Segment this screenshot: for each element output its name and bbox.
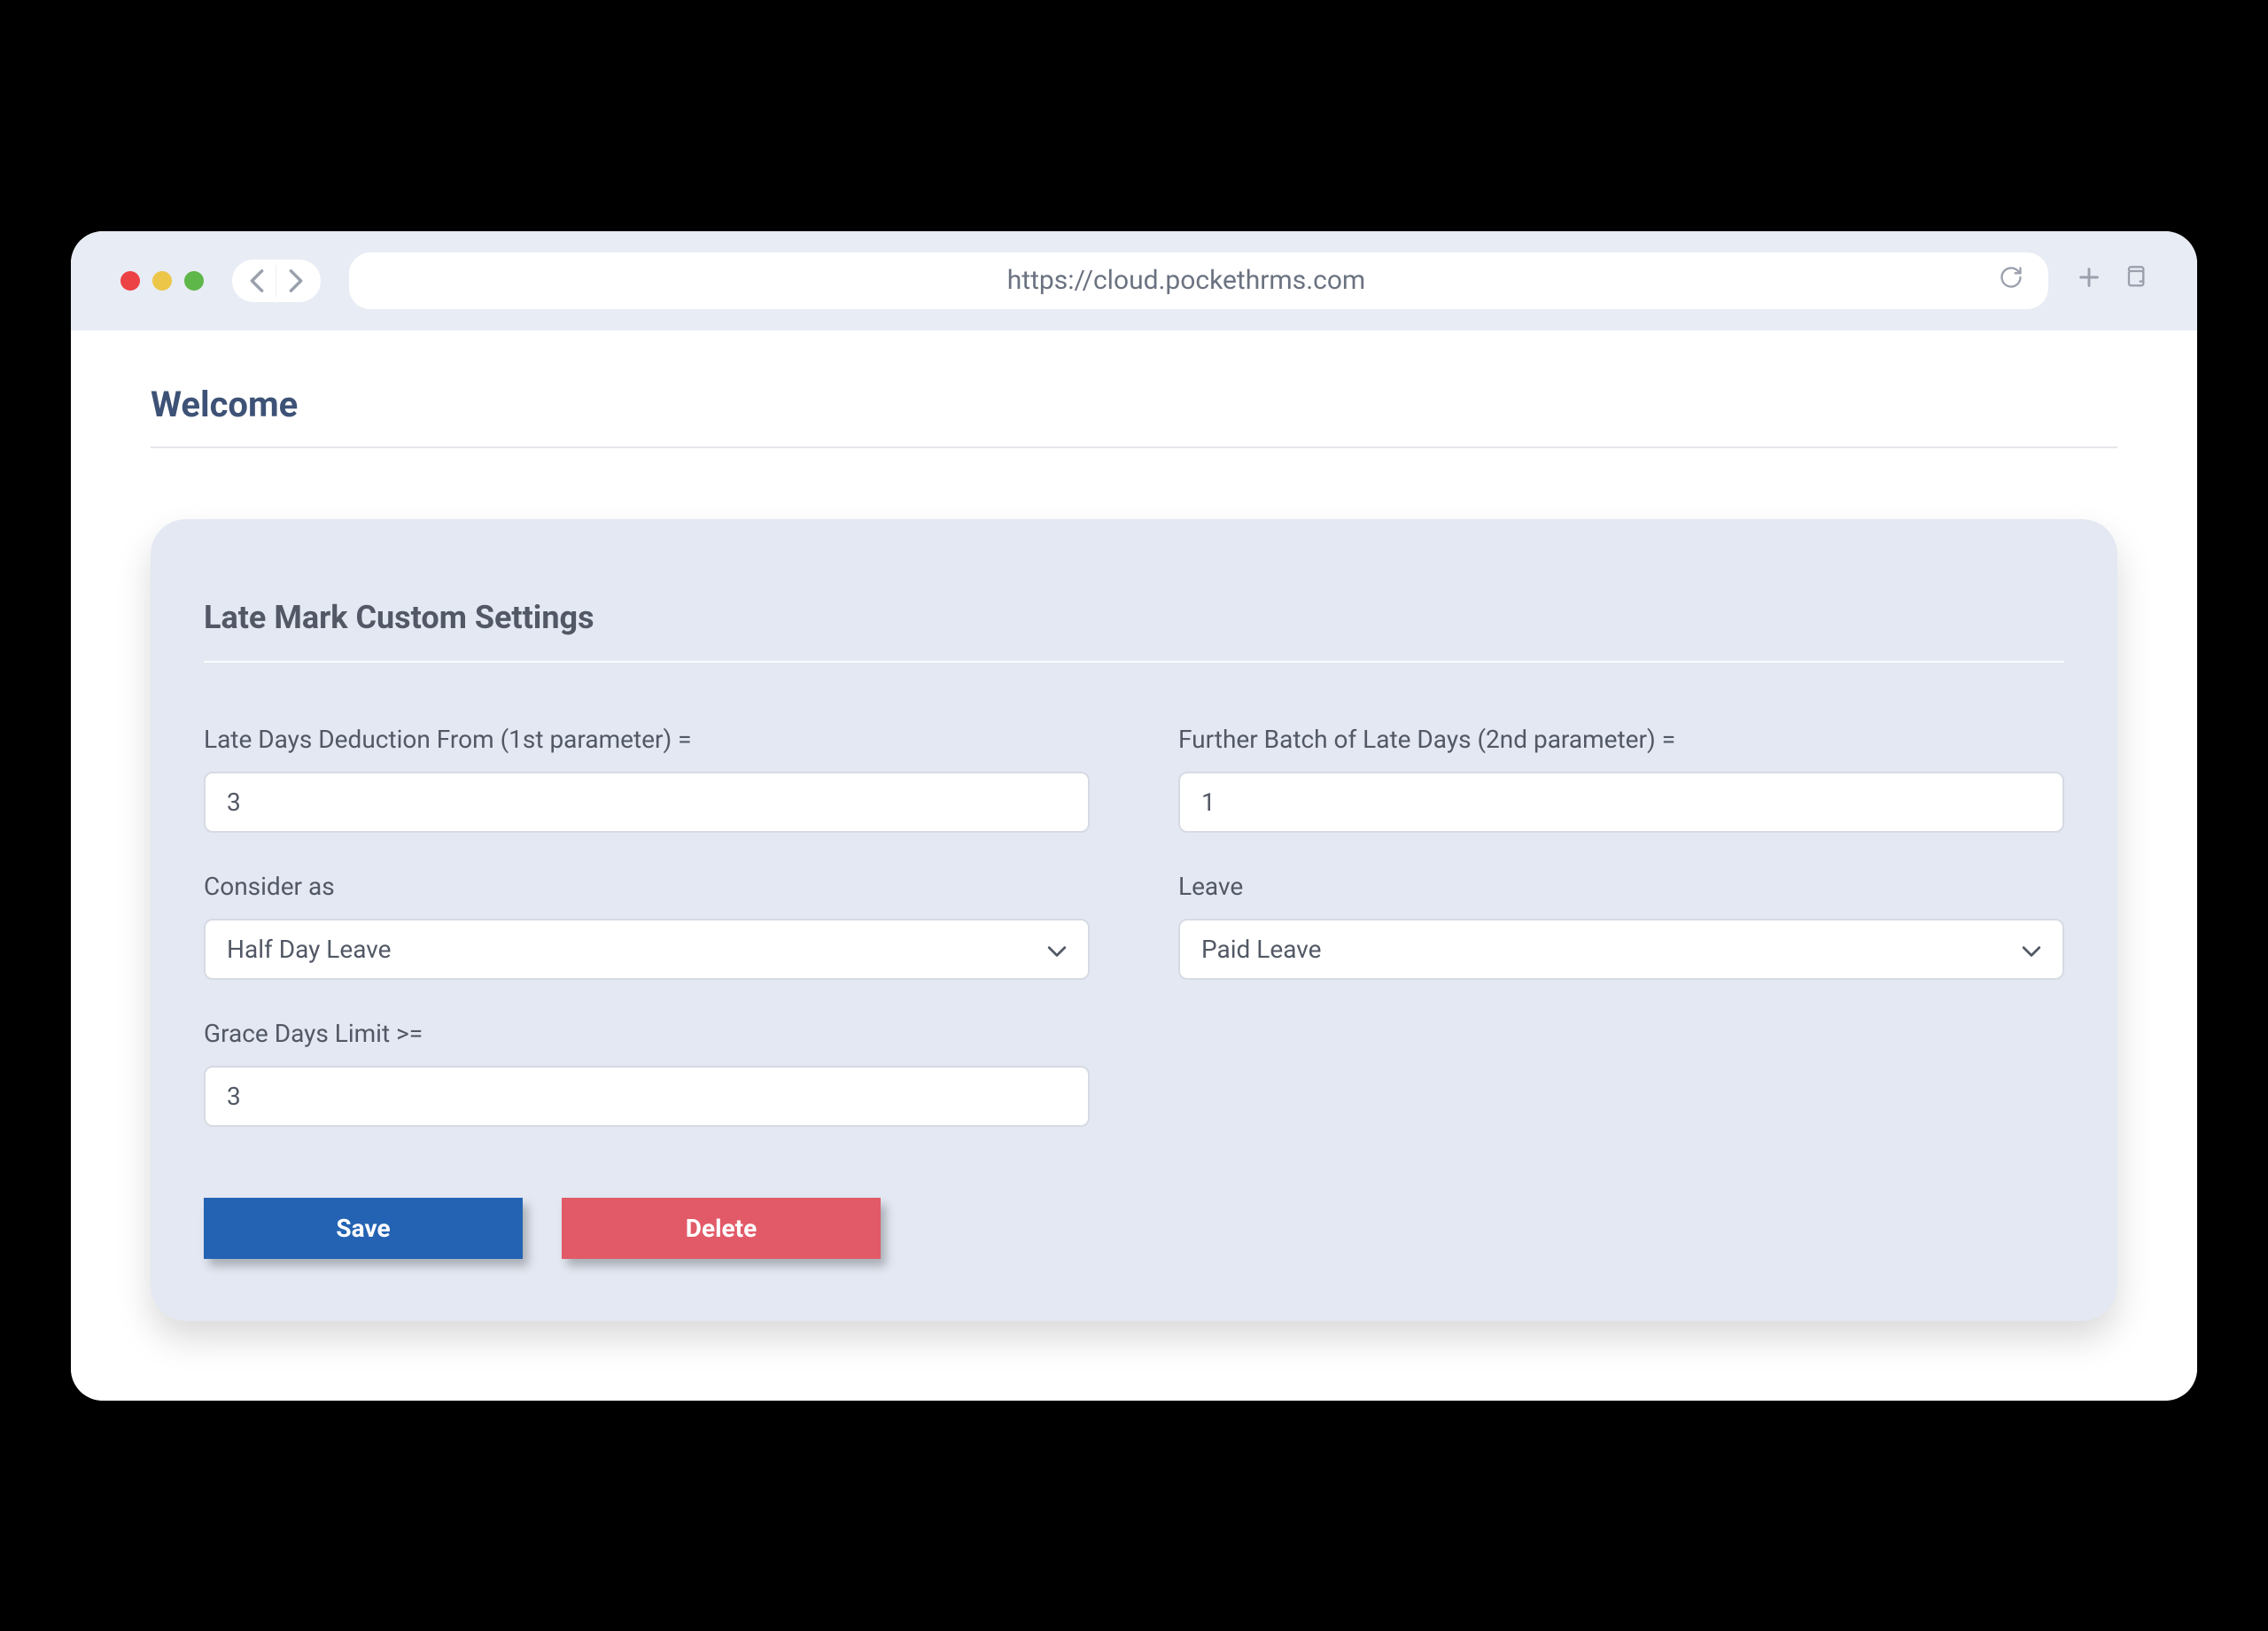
grace-days-group: Grace Days Limit >= (204, 1019, 1090, 1127)
form-grid: Late Days Deduction From (1st parameter)… (204, 725, 2064, 1127)
settings-card: Late Mark Custom Settings Late Days Dedu… (151, 519, 2117, 1321)
window-minimize[interactable] (152, 271, 172, 291)
chevron-right-icon (288, 268, 304, 293)
browser-actions (2077, 265, 2148, 296)
save-button[interactable]: Save (204, 1198, 523, 1259)
delete-button[interactable]: Delete (562, 1198, 881, 1259)
window-maximize[interactable] (184, 271, 204, 291)
divider (151, 447, 2117, 448)
chevron-down-icon (1047, 935, 1067, 964)
plus-icon (2077, 265, 2101, 290)
traffic-lights (120, 271, 204, 291)
url-text: https://cloud.pockethrms.com (374, 265, 1999, 296)
forward-button[interactable] (276, 265, 315, 297)
new-tab-button[interactable] (2077, 265, 2101, 296)
consider-as-value: Half Day Leave (227, 935, 391, 964)
late-days-group: Late Days Deduction From (1st parameter)… (204, 725, 1090, 833)
grace-days-input[interactable] (204, 1066, 1090, 1127)
reload-button[interactable] (1999, 265, 2023, 297)
window-close[interactable] (120, 271, 140, 291)
form-actions: Save Delete (204, 1198, 2064, 1259)
grace-days-label: Grace Days Limit >= (204, 1019, 1090, 1048)
further-batch-label: Further Batch of Late Days (2nd paramete… (1178, 725, 2064, 754)
further-batch-input[interactable] (1178, 772, 2064, 833)
tabs-button[interactable] (2123, 265, 2148, 296)
nav-buttons (232, 260, 321, 302)
consider-as-group: Consider as Half Day Leave (204, 872, 1090, 980)
divider (204, 661, 2064, 663)
late-days-input[interactable] (204, 772, 1090, 833)
consider-as-select[interactable]: Half Day Leave (204, 919, 1090, 980)
tabs-icon (2123, 265, 2148, 290)
page-content: Welcome Late Mark Custom Settings Late D… (71, 330, 2197, 1401)
browser-window: https://cloud.pockethrms.com (71, 231, 2197, 1401)
leave-label: Leave (1178, 872, 2064, 901)
chevron-down-icon (2022, 935, 2041, 964)
consider-as-label: Consider as (204, 872, 1090, 901)
browser-chrome: https://cloud.pockethrms.com (71, 231, 2197, 330)
card-title: Late Mark Custom Settings (204, 599, 2064, 636)
back-button[interactable] (237, 265, 276, 297)
leave-value: Paid Leave (1201, 935, 1321, 964)
url-bar[interactable]: https://cloud.pockethrms.com (349, 252, 2048, 309)
leave-select[interactable]: Paid Leave (1178, 919, 2064, 980)
chevron-left-icon (249, 268, 265, 293)
page-title: Welcome (151, 384, 2117, 425)
leave-group: Leave Paid Leave (1178, 872, 2064, 980)
late-days-label: Late Days Deduction From (1st parameter)… (204, 725, 1090, 754)
reload-icon (1999, 265, 2023, 290)
further-batch-group: Further Batch of Late Days (2nd paramete… (1178, 725, 2064, 833)
